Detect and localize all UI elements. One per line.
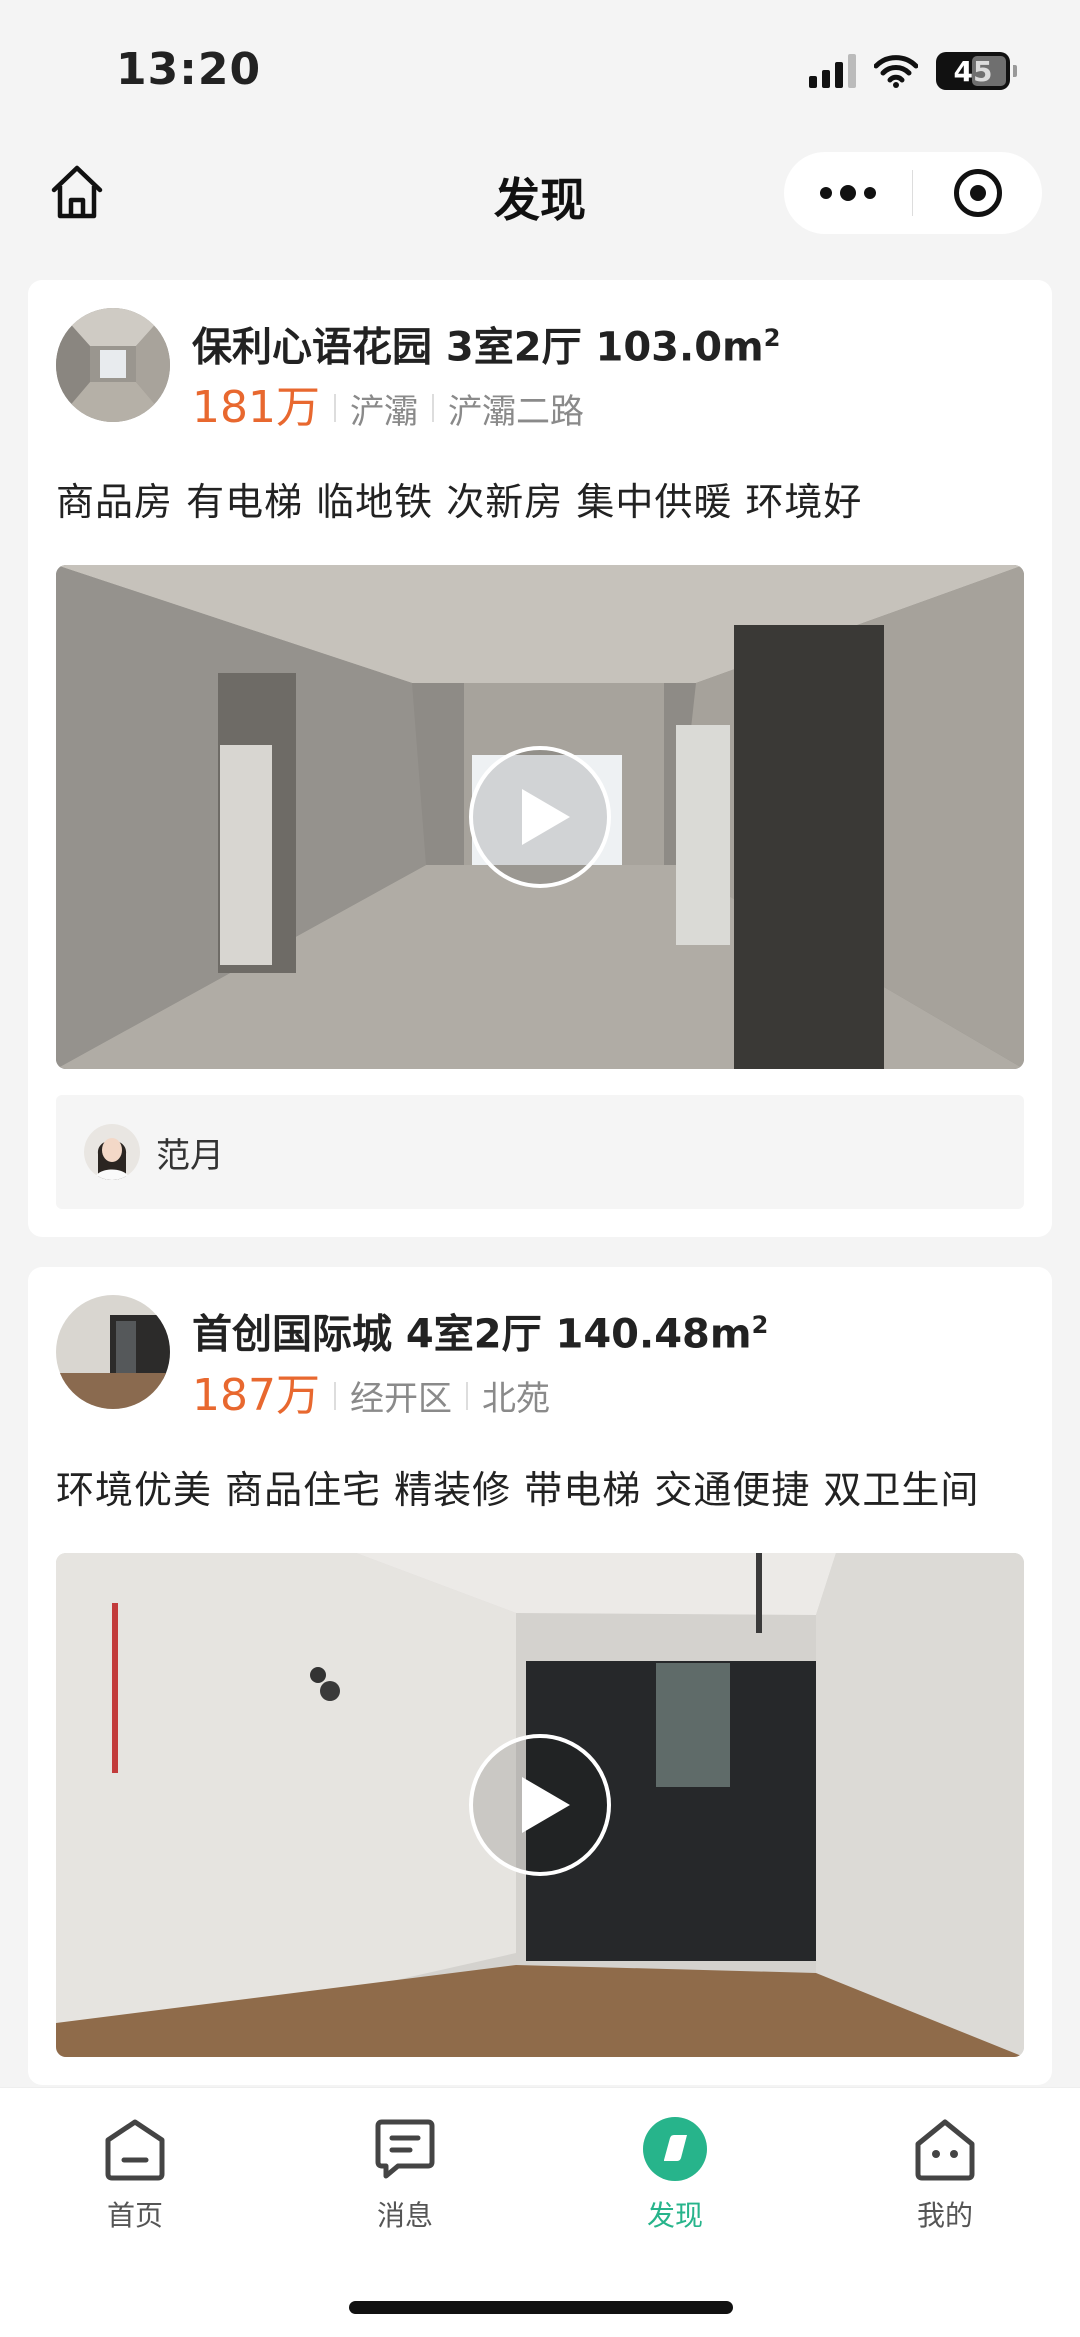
listing-video[interactable] (56, 1552, 1024, 2057)
tab-label: 发现 (646, 2199, 703, 2232)
listing-title[interactable]: 保利心语花园 3室2厅 103.0m2 (192, 312, 780, 373)
tab-label: 消息 (376, 2199, 433, 2232)
more-icon[interactable] (784, 185, 912, 201)
listing-street: 北苑 (481, 1379, 550, 1420)
play-icon[interactable] (469, 1733, 611, 1876)
profile-icon (915, 2119, 975, 2181)
cellular-signal-icon (809, 54, 856, 88)
status-time: 13:20 (116, 44, 262, 95)
listing-district: 浐灞 (349, 391, 418, 432)
wifi-icon (874, 55, 918, 88)
listing-header: 保利心语花园 3室2厅 103.0m2 181万 浐灞 浐灞二路 (56, 308, 1024, 433)
miniprogram-capsule (784, 152, 1042, 234)
listing-video[interactable] (56, 565, 1024, 1070)
tab-label: 首页 (106, 2199, 163, 2232)
listing-meta: 181万 浐灞 浐灞二路 (192, 383, 780, 433)
listing-title[interactable]: 首创国际城 4室2厅 140.48m2 (192, 1299, 768, 1360)
listing-card[interactable]: 首创国际城 4室2厅 140.48m2 187万 经开区 北苑 环境优美 商品住… (28, 1267, 1052, 2085)
agent-row[interactable]: 范月 (56, 1095, 1024, 1210)
status-bar: 13:20 45 (0, 0, 1080, 140)
listing-price: 181万 (192, 382, 320, 434)
agent-name: 范月 (156, 1135, 224, 1176)
tab-mine[interactable]: 我的 (810, 2114, 1080, 2258)
discover-icon (643, 2117, 707, 2181)
home-indicator[interactable] (349, 2301, 733, 2314)
tab-discover[interactable]: 发现 (540, 2114, 810, 2258)
nav-bar: 发现 (0, 140, 1080, 242)
tab-bar: 首页 消息 发现 我的 (0, 2087, 1080, 2337)
tab-messages[interactable]: 消息 (270, 2114, 540, 2258)
home-tab-icon (105, 2119, 165, 2181)
tab-home[interactable]: 首页 (0, 2114, 270, 2258)
discover-feed: 保利心语花园 3室2厅 103.0m2 181万 浐灞 浐灞二路 商品房 有电梯… (28, 280, 1052, 2115)
meta-divider (333, 1381, 336, 1410)
listing-thumbnail (56, 1295, 170, 1410)
meta-divider (333, 394, 336, 423)
listing-card[interactable]: 保利心语花园 3室2厅 103.0m2 181万 浐灞 浐灞二路 商品房 有电梯… (28, 280, 1052, 1238)
meta-divider (465, 1381, 468, 1410)
listing-thumbnail (56, 308, 170, 422)
close-miniprogram-icon[interactable] (913, 169, 1042, 217)
tab-label: 我的 (916, 2199, 973, 2232)
play-icon[interactable] (469, 746, 611, 889)
battery-icon: 45 (936, 52, 1017, 90)
listing-street: 浐灞二路 (447, 391, 584, 432)
listing-meta: 187万 经开区 北苑 (192, 1369, 768, 1421)
listing-tags: 商品房 有电梯 临地铁 次新房 集中供暖 环境好 (56, 480, 863, 525)
listing-district: 经开区 (349, 1379, 452, 1420)
message-icon (375, 2119, 435, 2179)
listing-price: 187万 (192, 1369, 320, 1421)
agent-avatar (84, 1124, 140, 1181)
listing-header: 首创国际城 4室2厅 140.48m2 187万 经开区 北苑 (56, 1295, 1024, 1420)
meta-divider (431, 394, 434, 423)
listing-tags: 环境优美 商品住宅 精装修 带电梯 交通便捷 双卫生间 (56, 1467, 980, 1512)
status-icons: 45 (809, 52, 1017, 90)
